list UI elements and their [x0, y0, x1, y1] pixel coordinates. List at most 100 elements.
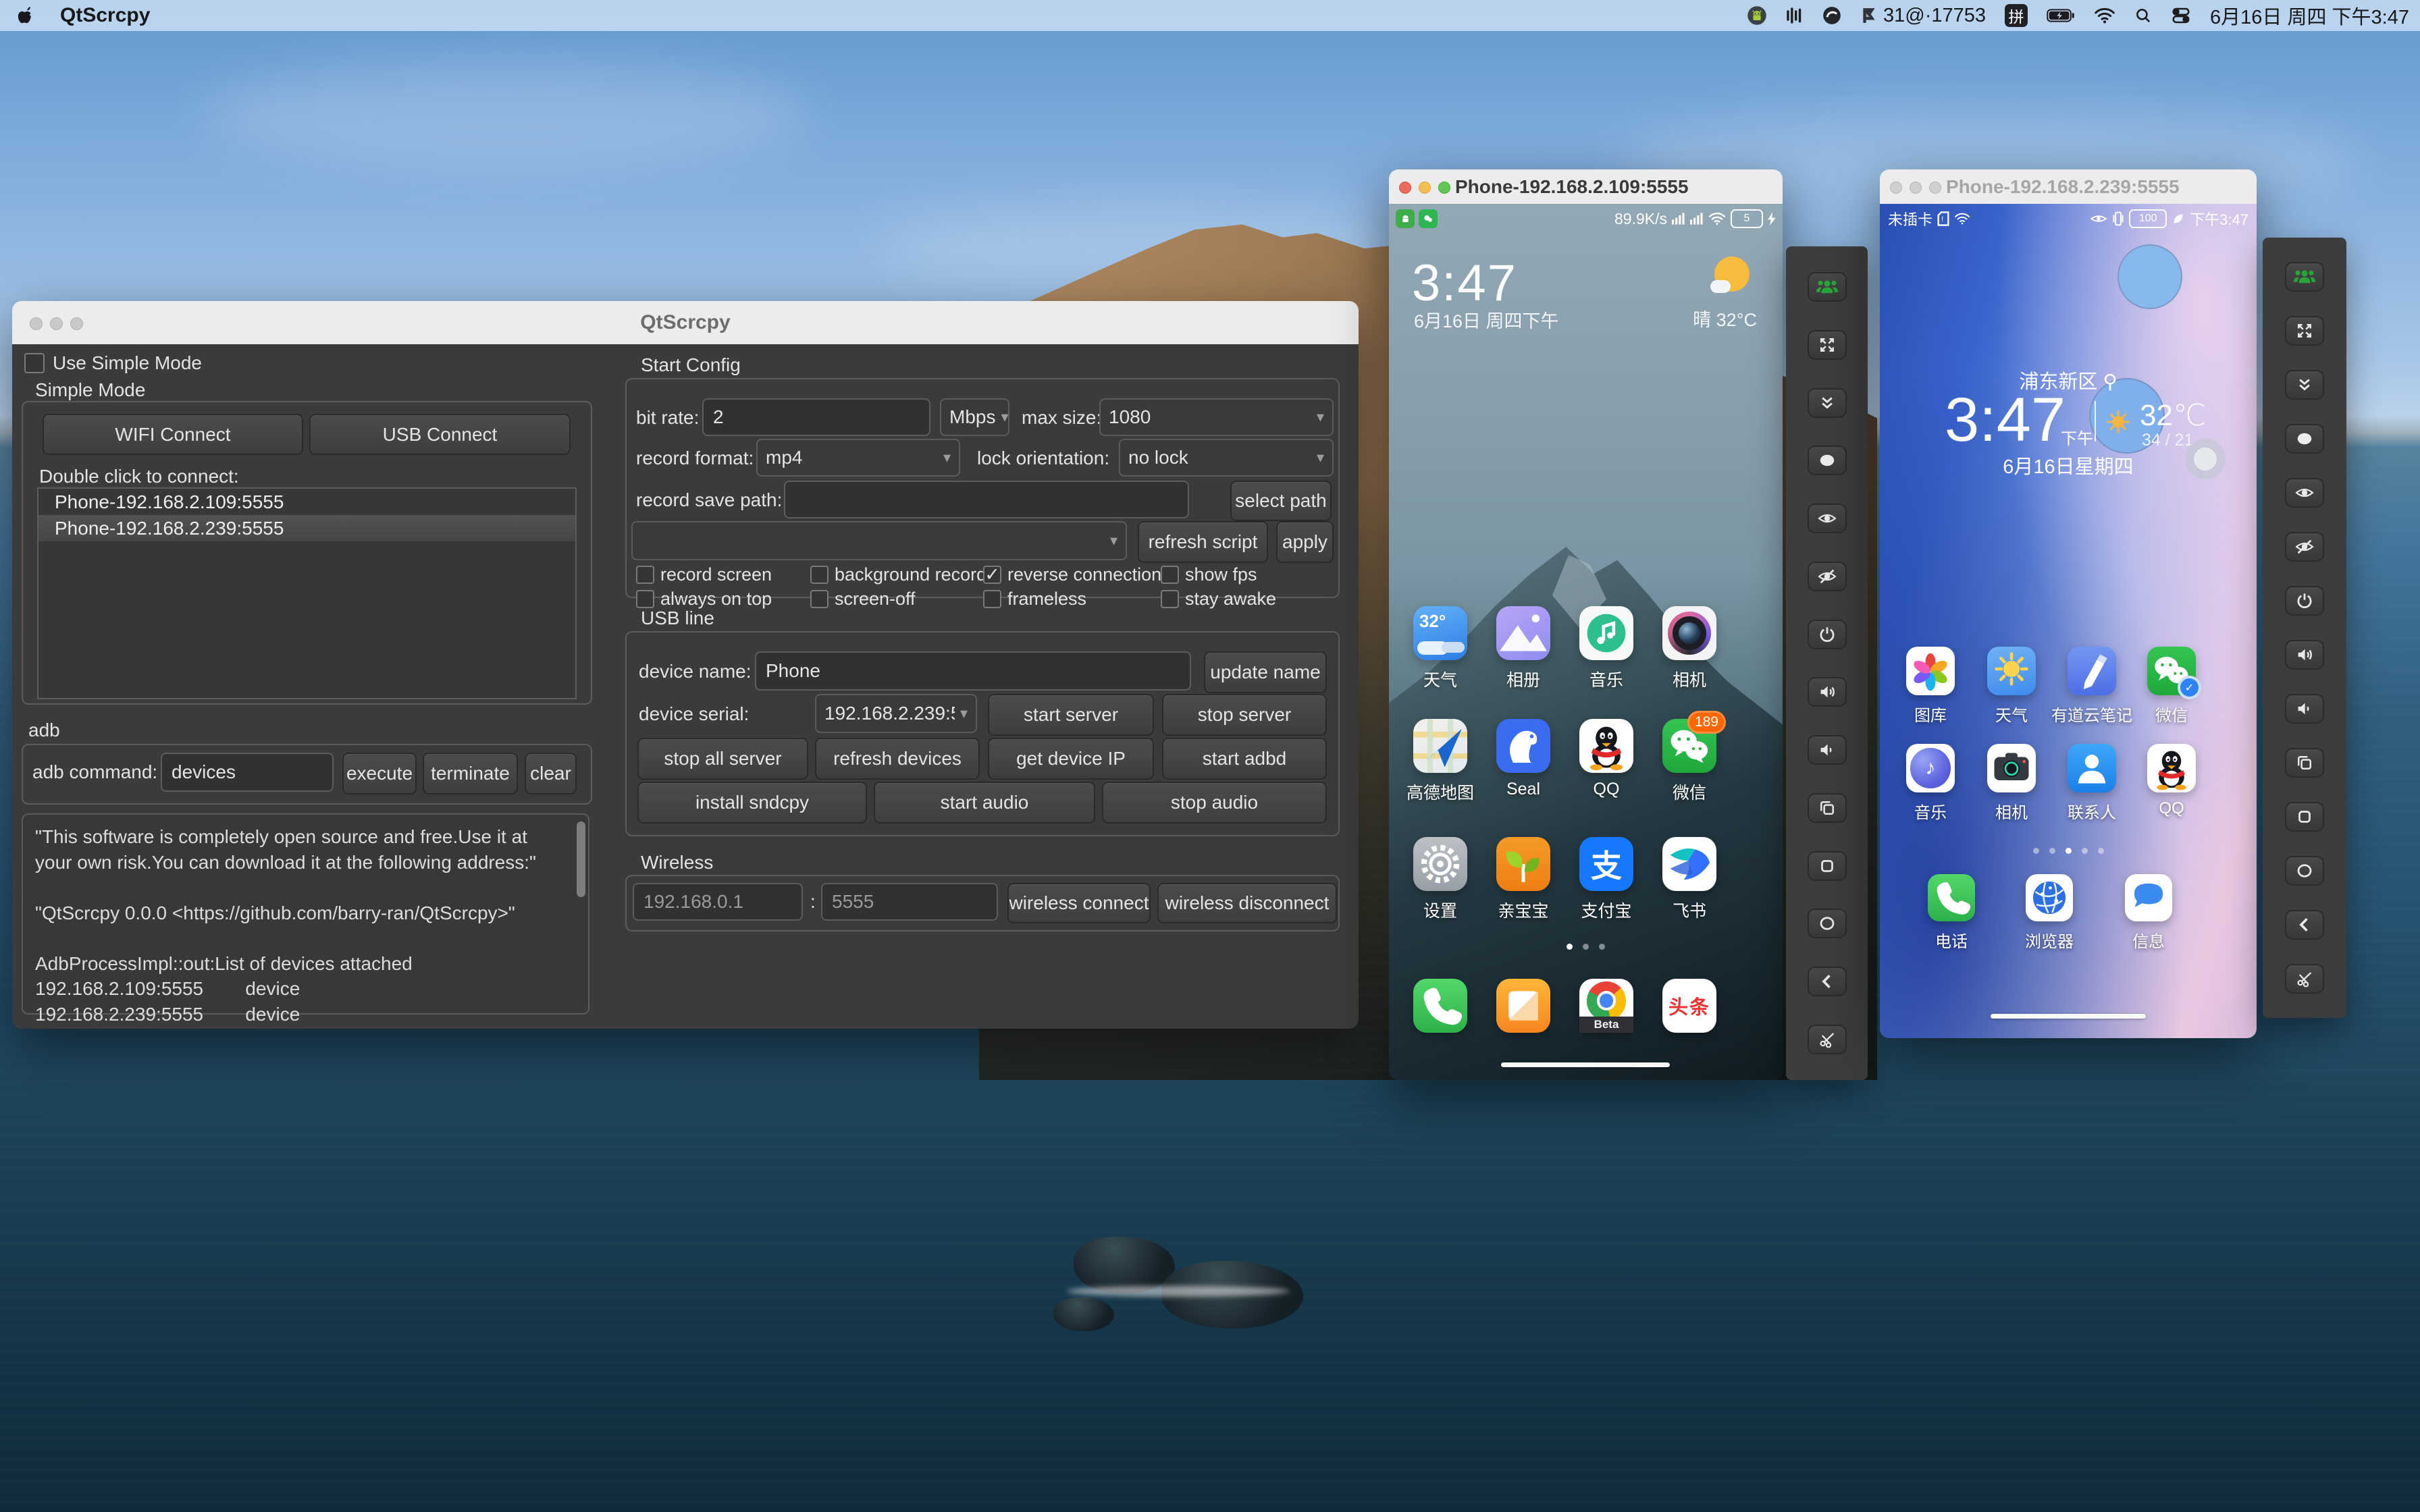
- execute-button[interactable]: execute: [342, 753, 417, 794]
- counter-menu-icon[interactable]: 31@·17753: [1860, 5, 1986, 27]
- close-screen-button[interactable]: [1807, 561, 1847, 591]
- bit-rate-input[interactable]: 2: [702, 398, 930, 436]
- checkbox-frameless[interactable]: frameless: [983, 589, 1086, 610]
- app-icon-alipay[interactable]: 支: [1579, 837, 1633, 891]
- app-icon-camera-hw[interactable]: [1987, 744, 2036, 792]
- app-switch-button[interactable]: [1807, 792, 1847, 823]
- back-button[interactable]: [1807, 967, 1847, 997]
- app-icon-gallery-hw[interactable]: [1906, 647, 1955, 695]
- device-list[interactable]: Phone-192.168.2.109:5555 Phone-192.168.2.…: [37, 487, 577, 699]
- start-adbd-button[interactable]: start adbd: [1162, 738, 1327, 780]
- checkbox-show-fps[interactable]: show fps: [1161, 564, 1257, 585]
- menu-clock[interactable]: 6月16日 周四 下午3:47: [2210, 1, 2409, 30]
- volume-down-button[interactable]: [2285, 694, 2324, 724]
- app-icon-qinbaobao[interactable]: [1496, 837, 1550, 891]
- adb-log-output[interactable]: "This software is completely open source…: [22, 813, 589, 1025]
- minimize-button[interactable]: [1910, 182, 1922, 194]
- group-control-button[interactable]: [1807, 272, 1847, 302]
- close-button[interactable]: [1890, 182, 1902, 194]
- stop-audio-button[interactable]: stop audio: [1102, 782, 1327, 824]
- phone2-temp[interactable]: 32℃: [2140, 398, 2206, 433]
- device-name-input[interactable]: Phone: [755, 651, 1191, 691]
- refresh-devices-button[interactable]: refresh devices: [815, 738, 980, 780]
- checkbox-reverse-connection[interactable]: ✓ reverse connection: [983, 564, 1161, 585]
- checkbox-background-record[interactable]: background record: [810, 564, 987, 585]
- stop-server-button[interactable]: stop server: [1162, 694, 1327, 736]
- group-control-button[interactable]: [2285, 262, 2324, 292]
- active-app-name[interactable]: QtScrcpy: [60, 4, 150, 27]
- log-scrollbar[interactable]: [577, 821, 585, 897]
- app-icon-phone-call[interactable]: [1928, 874, 1975, 921]
- close-button[interactable]: [1399, 182, 1411, 194]
- wireless-disconnect-button[interactable]: wireless disconnect: [1157, 883, 1337, 923]
- start-server-button[interactable]: start server: [988, 694, 1154, 736]
- phone2-screen[interactable]: 未插卡 ! 100 下午3:47 浦东新区 ⚲ 3:47 下午 32℃ 34 /…: [1880, 204, 2257, 1038]
- collapse-button[interactable]: [2285, 370, 2324, 400]
- record-format-dropdown[interactable]: mp4 ▾: [756, 439, 960, 477]
- wifi-connect-button[interactable]: WIFI Connect: [43, 414, 303, 455]
- spotlight-menu-icon[interactable]: [2134, 7, 2152, 24]
- full-screen-button[interactable]: [2285, 316, 2324, 346]
- app-icon-weather-miui[interactable]: 32°: [1413, 606, 1467, 660]
- power-button[interactable]: [2285, 586, 2324, 616]
- apple-menu-icon[interactable]: [18, 5, 36, 26]
- input-method-menu[interactable]: 拼: [2005, 4, 2028, 27]
- wireless-ip-input[interactable]: 192.168.0.1: [633, 883, 803, 921]
- phone2-date[interactable]: 6月16日星期四: [1880, 451, 2257, 479]
- app-icon-youdao[interactable]: [2068, 647, 2116, 695]
- app-icon-qq[interactable]: [2147, 744, 2196, 792]
- app-icon-browser[interactable]: [2026, 874, 2073, 921]
- wireless-port-input[interactable]: 5555: [821, 883, 998, 921]
- device-list-item[interactable]: Phone-192.168.2.239:5555: [38, 515, 575, 541]
- start-audio-button[interactable]: start audio: [874, 782, 1095, 824]
- zoom-button[interactable]: [1438, 182, 1450, 194]
- open-screen-button[interactable]: [1807, 504, 1847, 534]
- android-menu-icon[interactable]: [1747, 5, 1767, 26]
- app-icon-music-hw[interactable]: ♪: [1906, 744, 1955, 792]
- use-simple-mode-checkbox[interactable]: Use Simple Mode: [24, 352, 202, 374]
- close-screen-button[interactable]: [2285, 532, 2324, 562]
- proxy-menu-icon[interactable]: [1822, 6, 1841, 25]
- app-icon-qq[interactable]: [1579, 719, 1633, 773]
- app-icon-music-miui[interactable]: [1579, 606, 1633, 660]
- full-screen-button[interactable]: [1807, 329, 1847, 360]
- app-icon-contacts[interactable]: [2068, 744, 2116, 792]
- qtscrcpy-titlebar[interactable]: QtScrcpy: [12, 301, 1359, 345]
- install-sndcpy-button[interactable]: install sndcpy: [637, 782, 867, 824]
- app-icon-wechat[interactable]: 189: [1662, 711, 1726, 773]
- zoom-button[interactable]: [1929, 182, 1941, 194]
- app-switch-button[interactable]: [2285, 748, 2324, 778]
- record-save-path-input[interactable]: [784, 481, 1189, 518]
- home-button[interactable]: [1807, 909, 1847, 939]
- phone1-titlebar[interactable]: Phone-192.168.2.109:5555: [1389, 169, 1783, 205]
- app-icon-feishu[interactable]: [1662, 837, 1716, 891]
- minimize-button[interactable]: [1419, 182, 1431, 194]
- clear-button[interactable]: clear: [525, 753, 577, 794]
- device-serial-dropdown[interactable]: 192.168.2.239:5 ▾: [815, 694, 977, 733]
- volume-up-button[interactable]: [1807, 677, 1847, 707]
- update-name-button[interactable]: update name: [1204, 651, 1327, 693]
- app-icon-camera-miui[interactable]: [1662, 606, 1716, 660]
- stop-all-server-button[interactable]: stop all server: [637, 738, 808, 780]
- refresh-script-button[interactable]: refresh script: [1138, 521, 1268, 563]
- menu-button[interactable]: [2285, 802, 2324, 832]
- bit-rate-unit-dropdown[interactable]: Mbps ▾: [940, 398, 1009, 436]
- usb-connect-button[interactable]: USB Connect: [309, 414, 571, 455]
- select-path-button[interactable]: select path: [1230, 481, 1332, 521]
- max-size-dropdown[interactable]: 1080 ▾: [1099, 398, 1334, 436]
- app-icon-settings[interactable]: [1413, 837, 1467, 891]
- home-indicator[interactable]: [1991, 1014, 2146, 1019]
- back-button[interactable]: [2285, 910, 2324, 940]
- checkbox-screen-off[interactable]: screen-off: [810, 589, 916, 610]
- menu-button[interactable]: [1807, 850, 1847, 881]
- control-center-menu-icon[interactable]: [2171, 5, 2191, 26]
- power-button[interactable]: [1807, 619, 1847, 649]
- app-icon-chrome-beta[interactable]: Beta: [1579, 979, 1633, 1033]
- volume-up-button[interactable]: [2285, 640, 2324, 670]
- screenshot-button[interactable]: [2285, 964, 2324, 994]
- collapse-button[interactable]: [1807, 387, 1847, 418]
- home-button[interactable]: [2285, 856, 2324, 886]
- battery-menu-icon[interactable]: [2047, 7, 2075, 24]
- lock-orientation-dropdown[interactable]: no lock ▾: [1119, 439, 1334, 477]
- app-icon-weather-hw[interactable]: [1987, 647, 2036, 695]
